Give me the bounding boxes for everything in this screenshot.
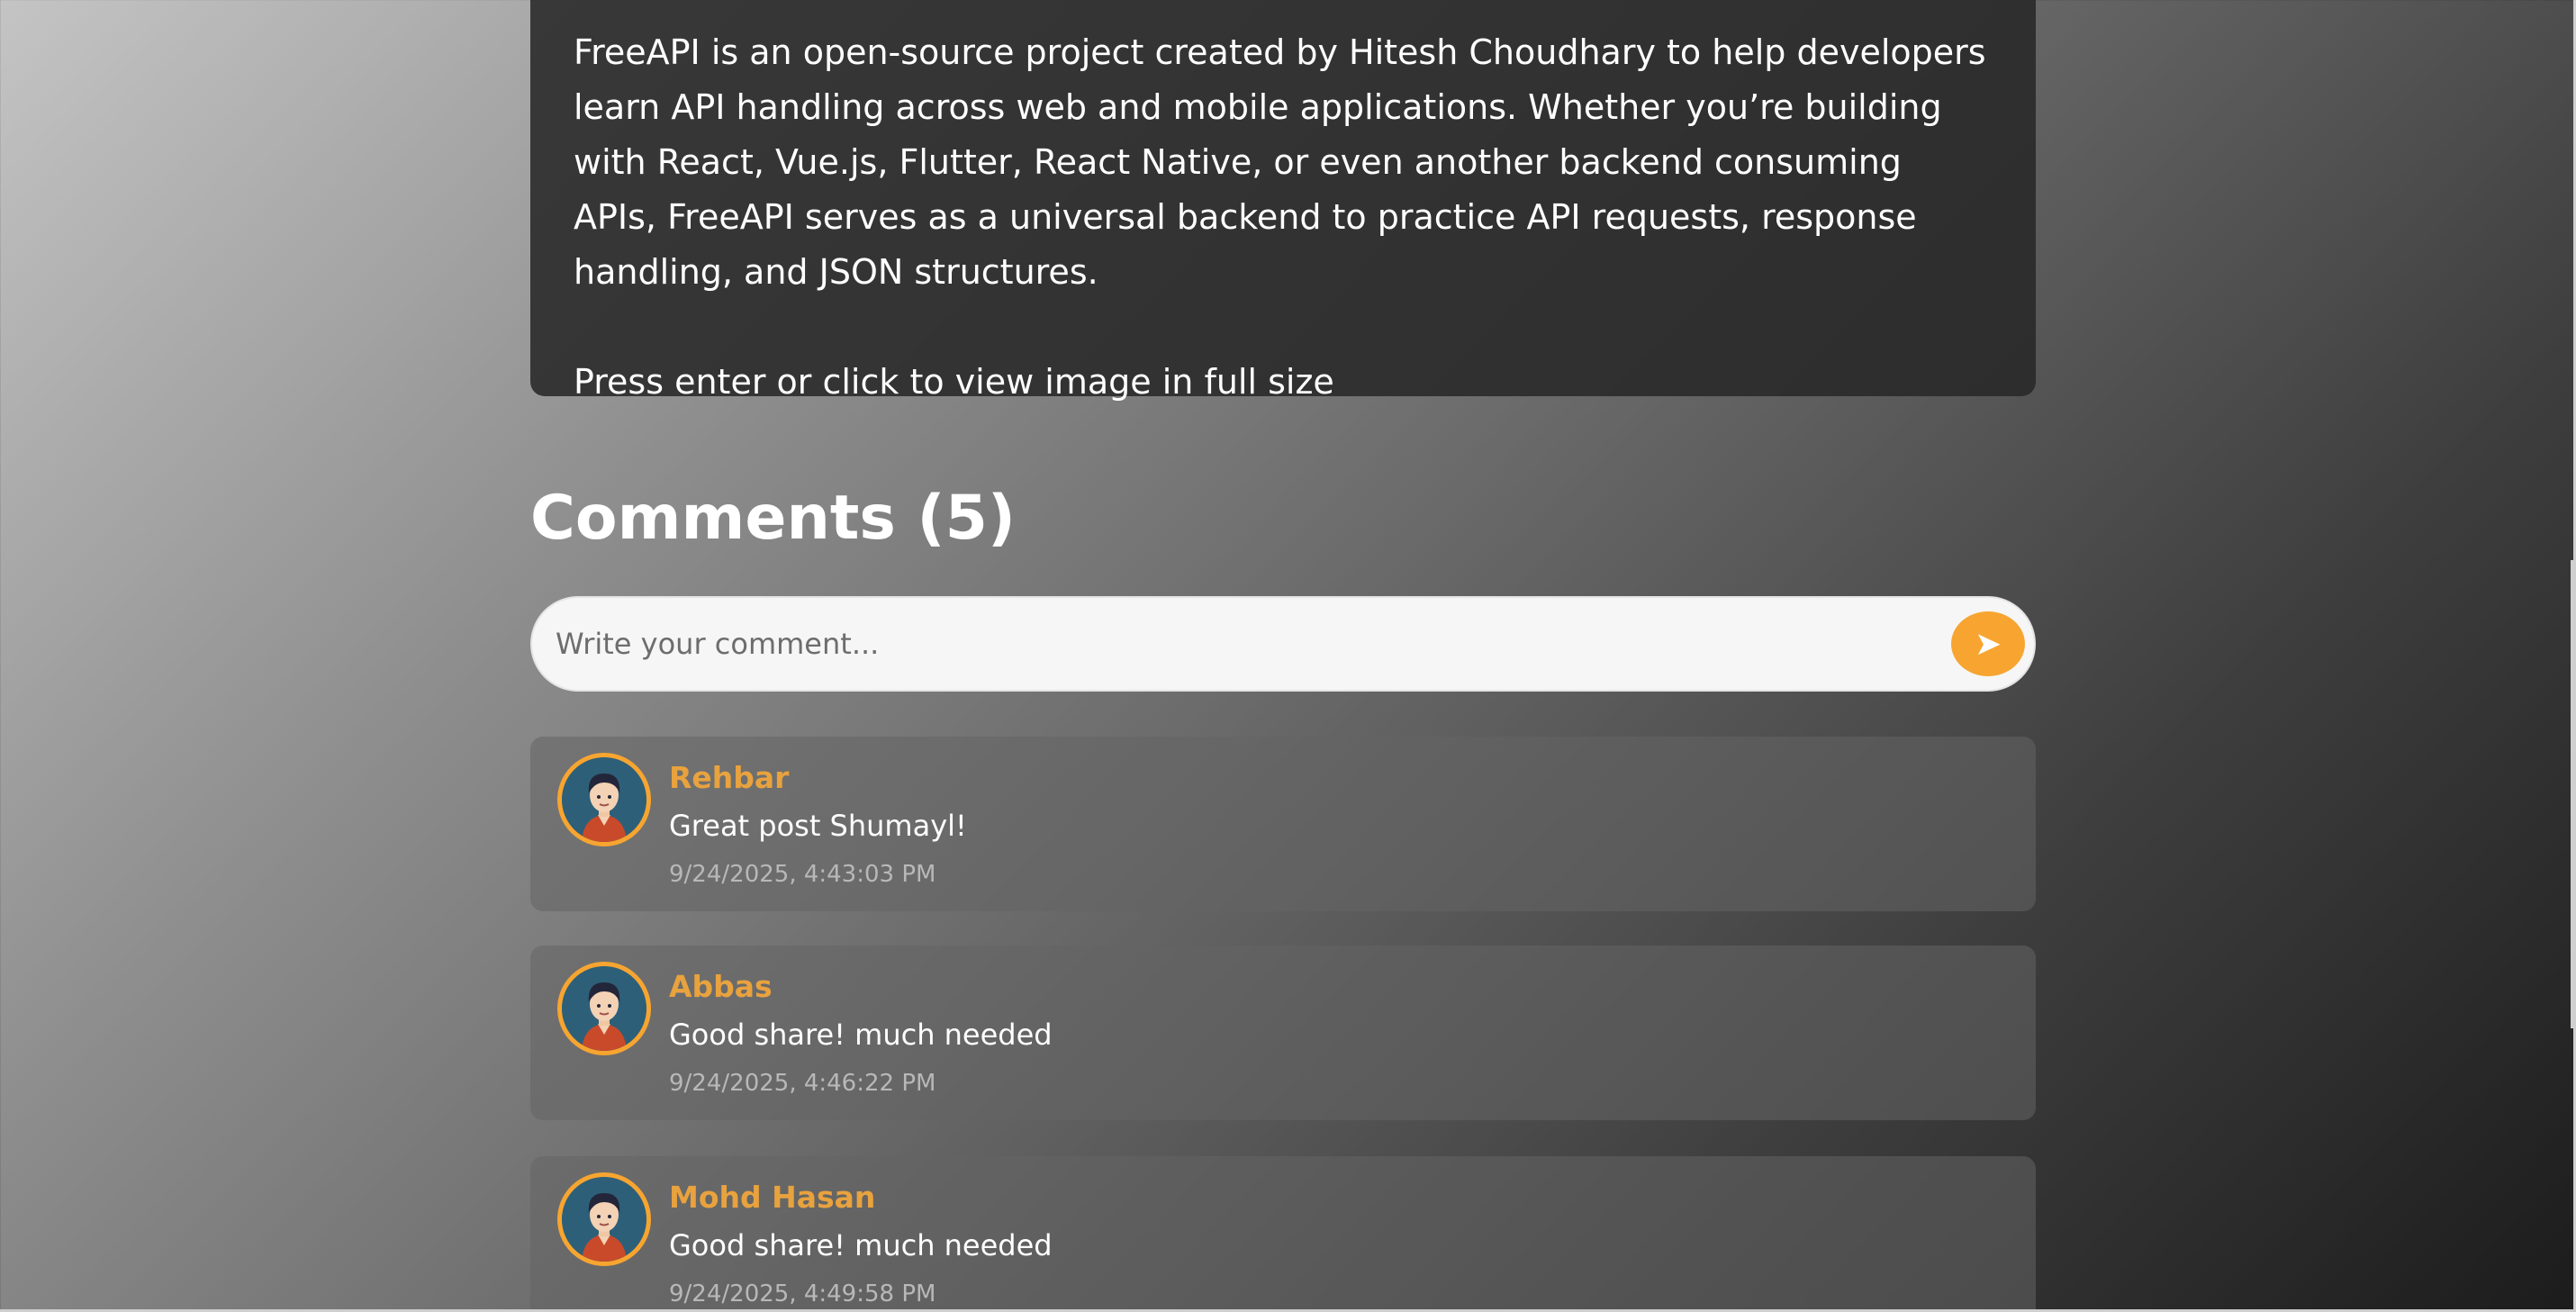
- comment-timestamp: 9/24/2025, 4:43:03 PM: [669, 861, 936, 888]
- avatar[interactable]: [557, 962, 651, 1055]
- avatar[interactable]: [557, 1172, 651, 1266]
- comment-item: Rehbar Great post Shumayl! 9/24/2025, 4:…: [530, 737, 2036, 911]
- send-icon: ➤: [1974, 625, 2002, 663]
- avatar[interactable]: [557, 753, 651, 846]
- comment-author[interactable]: Rehbar: [669, 760, 789, 795]
- comment-form: ➤: [530, 596, 2036, 692]
- comment-text: Great post Shumayl!: [669, 809, 967, 843]
- comment-input[interactable]: [556, 598, 1924, 690]
- comment-text: Good share! much needed: [669, 1228, 1053, 1262]
- post-description: FreeAPI is an open-source project create…: [574, 32, 1986, 292]
- comment-item: Mohd Hasan Good share! much needed 9/24/…: [530, 1156, 2036, 1312]
- send-comment-button[interactable]: ➤: [1951, 611, 2025, 676]
- image-view-hint[interactable]: Press enter or click to view image in fu…: [574, 355, 1993, 410]
- comment-timestamp: 9/24/2025, 4:49:58 PM: [669, 1280, 936, 1307]
- comment-author[interactable]: Abbas: [669, 969, 773, 1004]
- comment-item: Abbas Good share! much needed 9/24/2025,…: [530, 946, 2036, 1120]
- post-description-card[interactable]: FreeAPI is an open-source project create…: [530, 0, 2036, 402]
- scrollbar[interactable]: [2571, 560, 2576, 1028]
- avatar-icon: [562, 757, 646, 842]
- avatar-icon: [562, 966, 646, 1051]
- comment-author[interactable]: Mohd Hasan: [669, 1180, 875, 1215]
- comment-timestamp: 9/24/2025, 4:46:22 PM: [669, 1070, 936, 1097]
- comments-heading: Comments (5): [530, 483, 1016, 554]
- avatar-icon: [562, 1177, 646, 1262]
- comment-text: Good share! much needed: [669, 1018, 1053, 1052]
